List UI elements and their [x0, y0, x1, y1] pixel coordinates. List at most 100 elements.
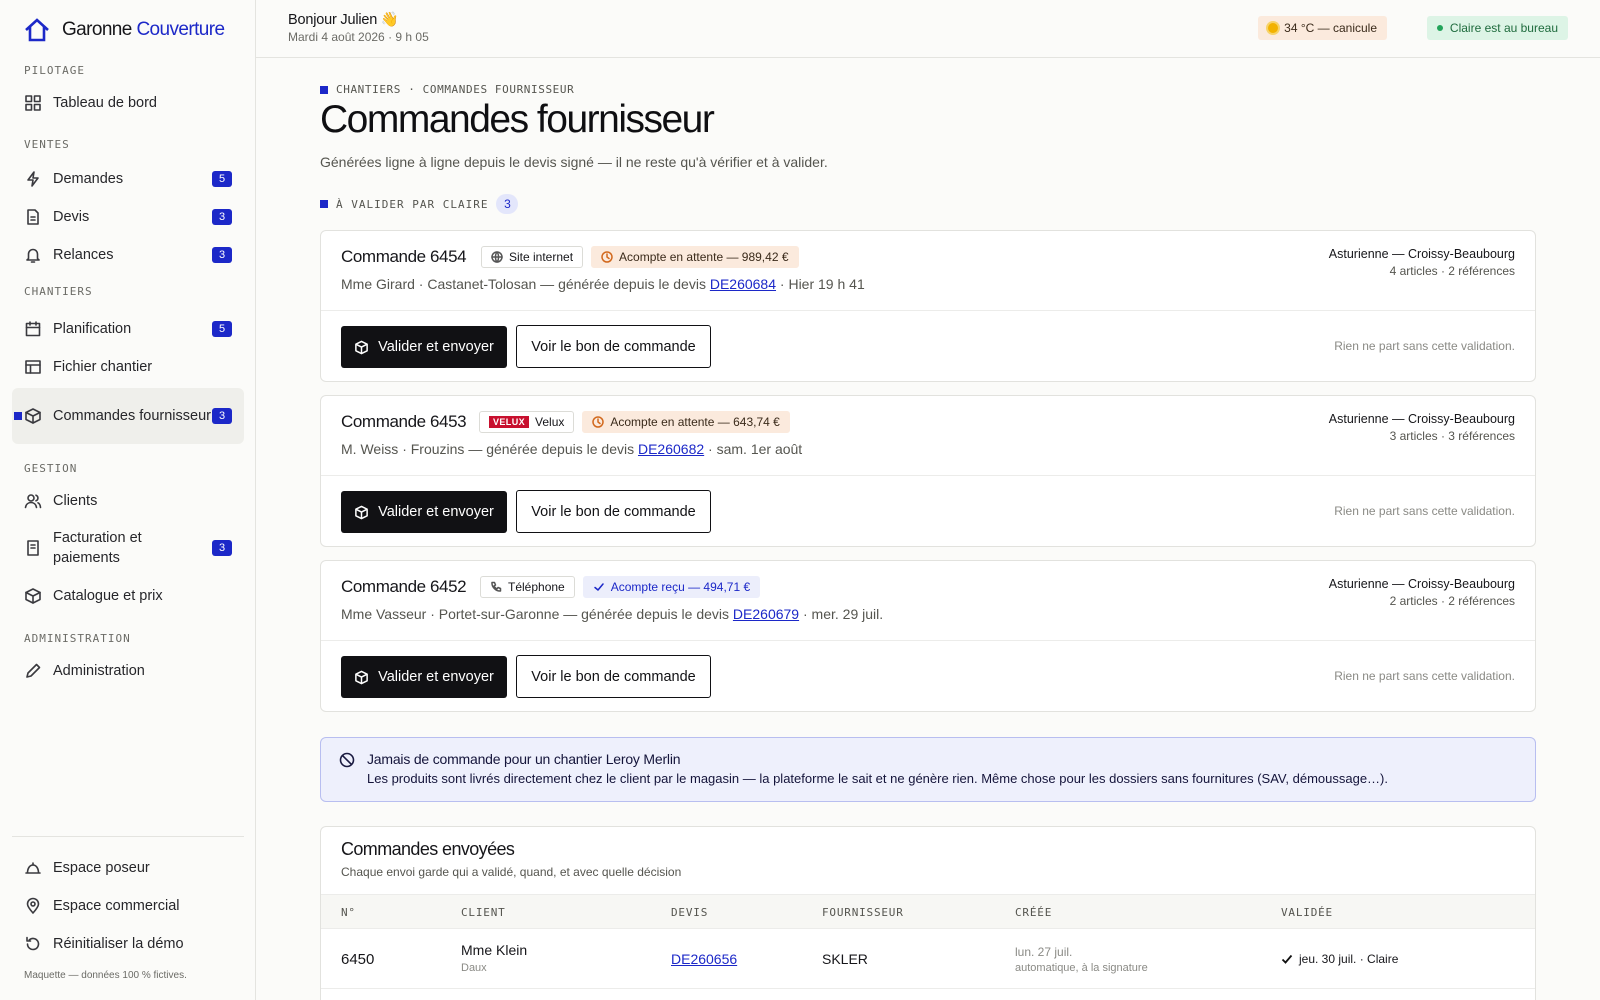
validation-note: Rien ne part sans cette validation.	[1334, 669, 1515, 683]
sidebar-item-espace-commercial[interactable]: Espace commercial	[12, 887, 244, 925]
sidebar-footnote: Maquette — données 100 % fictives.	[24, 970, 187, 981]
users-icon	[24, 492, 42, 510]
column-header: VALIDÉE	[1281, 906, 1333, 919]
sidebar-item-label: Planification	[53, 321, 132, 337]
sidebar-item-clients[interactable]: Clients	[12, 482, 244, 520]
check-icon	[593, 583, 604, 591]
card-divider	[321, 475, 1535, 476]
supplier-name: Asturienne — Croissy-Beaubourg	[1328, 247, 1515, 261]
validate-send-button[interactable]: Valider et envoyer	[341, 326, 507, 368]
validate-send-button[interactable]: Valider et envoyer	[341, 491, 507, 533]
sidebar-item-catalogue[interactable]: Catalogue et prix	[12, 577, 244, 615]
sidebar-item-fichier-chantier[interactable]: Fichier chantier	[12, 348, 244, 386]
sidebar-item-label: Demandes	[53, 171, 124, 187]
channel-tag: Site internet	[481, 246, 584, 268]
forbidden-icon	[339, 752, 355, 768]
sidebar-item-facturation[interactable]: Facturation et paiements 3	[12, 520, 244, 576]
column-header: CRÉÉE	[1015, 906, 1053, 919]
sidebar-item-label: Réinitialiser la démo	[53, 936, 184, 952]
order-card: Commande 6453 VELUX Velux Acompte en att…	[320, 395, 1536, 547]
client-name: Mme Klein	[461, 942, 528, 958]
sidebar-item-reinitialiser[interactable]: Réinitialiser la démo	[12, 925, 244, 963]
validate-send-button[interactable]: Valider et envoyer	[341, 656, 507, 698]
view-order-button[interactable]: Voir le bon de commande	[516, 490, 711, 533]
validated-info: jeu. 30 juil. · Claire	[1281, 952, 1398, 966]
count-badge: 5	[212, 321, 232, 337]
sidebar-item-label: Relances	[53, 247, 114, 263]
nav-section-chantiers: CHANTIERS	[24, 285, 93, 298]
current-date: Mardi 4 août 2026 · 9 h 05	[288, 30, 429, 44]
validation-note: Rien ne part sans cette validation.	[1334, 504, 1515, 518]
sidebar-item-commandes-fournisseur[interactable]: Commandes fournisseur 3	[12, 388, 244, 444]
sidebar-item-label: Espace commercial	[53, 898, 180, 914]
sidebar-item-label: Devis	[53, 209, 90, 225]
order-title: Commande 6453	[341, 412, 467, 431]
sidebar-item-relances[interactable]: Relances 3	[12, 236, 244, 274]
view-order-button[interactable]: Voir le bon de commande	[516, 655, 711, 698]
receipt-icon	[24, 539, 42, 557]
pending-count: 3	[496, 194, 519, 214]
created-date: lun. 27 juil.	[1015, 945, 1073, 959]
clock-icon	[592, 416, 605, 428]
sent-orders-title: Commandes envoyées	[341, 839, 515, 859]
sidebar-item-tableau-de-bord[interactable]: Tableau de bord	[12, 84, 244, 122]
count-badge: 3	[212, 408, 232, 424]
table-header: N° CLIENT DEVIS FOURNISSEUR CRÉÉE VALIDÉ…	[321, 894, 1535, 929]
count-badge: 3	[212, 209, 232, 225]
sidebar-item-devis[interactable]: Devis 3	[12, 198, 244, 236]
order-tags: VELUX Velux Acompte en attente — 643,74 …	[479, 411, 790, 433]
quote-link[interactable]: DE260684	[710, 276, 776, 292]
brand-name: Garonne Couverture	[62, 19, 225, 40]
sent-orders-panel: Commandes envoyées Chaque envoi garde qu…	[320, 826, 1536, 1000]
page-title: Commandes fournisseur	[320, 98, 715, 141]
count-badge: 3	[212, 540, 232, 556]
greeting: Bonjour Julien 👋	[288, 12, 399, 28]
deposit-status-tag: Acompte en attente — 989,42 €	[591, 246, 799, 268]
quote-link[interactable]: DE260656	[671, 951, 737, 967]
calendar-icon	[24, 320, 42, 338]
order-title: Commande 6452	[341, 577, 467, 596]
order-number: 6450	[341, 951, 375, 968]
check-icon	[1281, 953, 1293, 965]
active-indicator	[14, 412, 22, 420]
brand-logo[interactable]: Garonne Couverture	[24, 16, 225, 44]
supplier-items: 3 articles · 3 références	[1389, 429, 1515, 443]
view-order-button[interactable]: Voir le bon de commande	[516, 325, 711, 368]
velux-logo: VELUX	[489, 416, 530, 428]
order-tags: Site internet Acompte en attente — 989,4…	[481, 246, 799, 268]
clock-icon	[601, 251, 613, 263]
validation-note: Rien ne part sans cette validation.	[1334, 339, 1515, 353]
sidebar-item-label: Facturation et paiements	[53, 530, 142, 566]
card-divider	[321, 640, 1535, 641]
lightning-icon	[24, 170, 42, 188]
sidebar-item-espace-poseur[interactable]: Espace poseur	[12, 849, 244, 887]
supplier-items: 4 articles · 2 références	[1389, 264, 1515, 278]
box-icon	[24, 407, 42, 425]
quote-link[interactable]: DE260679	[733, 606, 799, 622]
nav-section-ventes: VENTES	[24, 138, 70, 151]
table-icon	[24, 358, 42, 376]
info-title: Jamais de commande pour un chantier Lero…	[367, 751, 681, 767]
online-dot-icon	[1436, 25, 1443, 31]
phone-icon	[491, 581, 502, 592]
sidebar-item-label: Administration	[53, 663, 145, 679]
order-meta: Mme Girard · Castanet-Tolosan — générée …	[341, 276, 865, 292]
supplier-info: Asturienne — Croissy-Beaubourg 4 article…	[1329, 247, 1515, 278]
bell-icon	[24, 246, 42, 264]
supplier-name: Asturienne — Croissy-Beaubourg	[1328, 577, 1515, 591]
square-marker-icon	[320, 200, 328, 208]
quote-link[interactable]: DE260682	[638, 441, 704, 457]
nav-section-gestion: GESTION	[24, 462, 78, 475]
document-icon	[24, 208, 42, 226]
pencil-icon	[24, 662, 42, 680]
table-row[interactable]: 6450 Mme Klein Daux DE260656 SKLER lun. …	[321, 929, 1535, 989]
sidebar-item-demandes[interactable]: Demandes 5	[12, 160, 244, 198]
sidebar-item-label: Espace poseur	[53, 860, 150, 876]
sidebar-item-planification[interactable]: Planification 5	[12, 310, 244, 348]
pending-section-label: À VALIDER PAR CLAIRE 3	[320, 194, 519, 214]
sidebar-item-administration[interactable]: Administration	[12, 652, 244, 690]
weather-text: 34 °C — canicule	[1284, 21, 1377, 35]
sidebar-item-label: Clients	[53, 493, 98, 509]
nav-section-administration: ADMINISTRATION	[24, 632, 131, 645]
presence-text: Claire est au bureau	[1449, 21, 1558, 35]
